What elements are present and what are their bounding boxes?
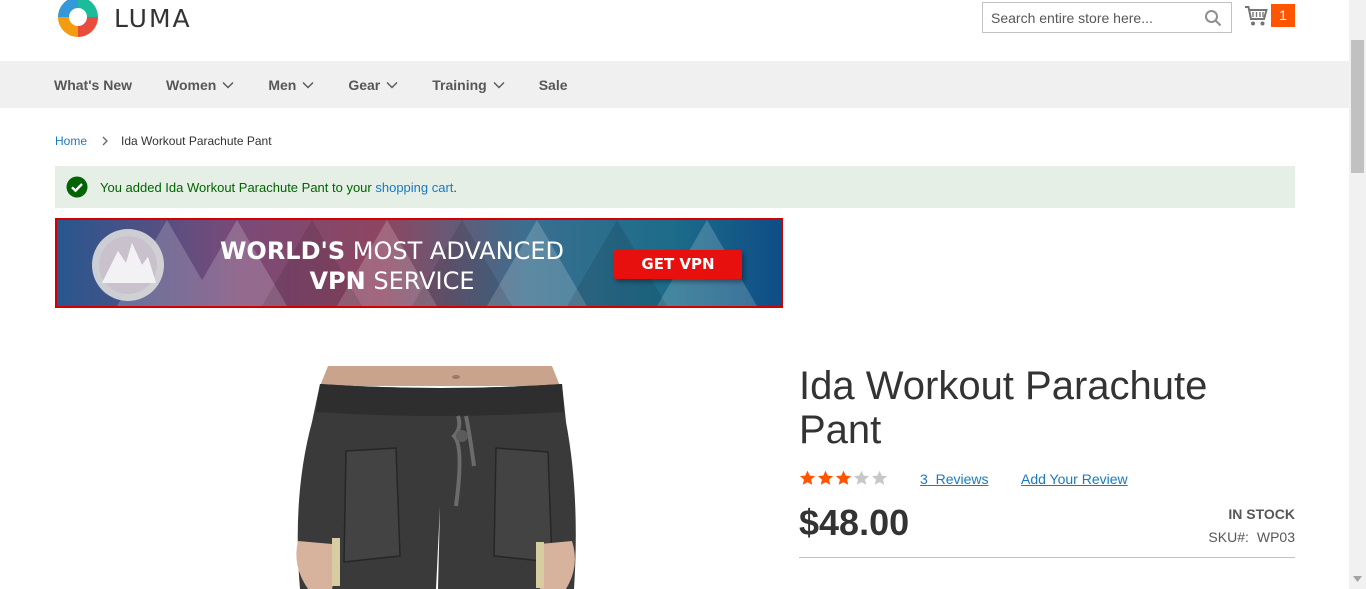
- logo-text: LUMA: [114, 3, 192, 33]
- reviews-count: 3: [920, 471, 928, 487]
- success-message: You added Ida Workout Parachute Pant to …: [55, 166, 1295, 208]
- vpn-ad-banner[interactable]: WORLD'S MOST ADVANCED VPN SERVICE GET VP…: [55, 218, 783, 308]
- store-logo[interactable]: LUMA: [55, 0, 192, 40]
- ad-headline-rest-1: MOST ADVANCED: [345, 237, 565, 265]
- product-image[interactable]: [290, 366, 580, 589]
- get-vpn-button[interactable]: GET VPN: [614, 250, 742, 279]
- cart-count-badge[interactable]: 1: [1271, 4, 1295, 27]
- success-message-text: You added Ida Workout Parachute Pant to …: [100, 180, 457, 195]
- sku-value: WP03: [1256, 529, 1295, 545]
- search-input[interactable]: [983, 3, 1193, 32]
- breadcrumb-home-link[interactable]: Home: [55, 134, 87, 148]
- nav-list: What's New Women Men Gear Training Sale: [54, 61, 602, 108]
- star-icon: [854, 470, 869, 485]
- reviews-label: Reviews: [935, 471, 989, 487]
- page-header: LUMA 1: [0, 0, 1349, 61]
- product-rating: [799, 470, 889, 486]
- message-suffix: .: [453, 179, 458, 195]
- nav-item-men[interactable]: Men: [268, 77, 314, 93]
- nav-item-gear[interactable]: Gear: [348, 77, 398, 93]
- ad-headline-bold-2: VPN: [309, 267, 366, 295]
- main-navigation: What's New Women Men Gear Training Sale: [0, 61, 1349, 108]
- luma-logo-icon: [58, 0, 98, 37]
- product-photo: [290, 366, 580, 589]
- nav-item-label: Men: [268, 76, 297, 93]
- stock-status: IN STOCK: [1228, 506, 1295, 522]
- shopping-cart-link[interactable]: shopping cart: [375, 180, 453, 195]
- vertical-scrollbar[interactable]: [1349, 0, 1366, 589]
- chevron-down-icon: [493, 81, 505, 88]
- cart-icon[interactable]: [1244, 5, 1268, 27]
- minicart[interactable]: 1: [1244, 4, 1295, 27]
- nav-item-label: Gear: [348, 76, 381, 93]
- add-review-link[interactable]: Add Your Review: [1021, 471, 1128, 487]
- chevron-down-icon: [386, 81, 398, 88]
- nav-item-women[interactable]: Women: [166, 77, 234, 93]
- rating-stars: [799, 470, 889, 486]
- sku-label: SKU#:: [1208, 529, 1249, 545]
- ad-headline-bold-1: WORLD'S: [219, 237, 346, 265]
- breadcrumb: Home Ida Workout Parachute Pant: [55, 134, 272, 148]
- search-icon[interactable]: [1204, 9, 1222, 27]
- info-divider: [799, 557, 1295, 558]
- nav-item-label: Women: [166, 76, 217, 93]
- ad-headline-rest-2: SERVICE: [365, 267, 475, 295]
- product-title: Ida Workout Parachute Pant: [799, 364, 1208, 452]
- reviews-link[interactable]: 3 Reviews: [920, 471, 988, 487]
- search-box: [982, 2, 1232, 33]
- nav-item-what-s-new[interactable]: What's New: [54, 77, 132, 93]
- chevron-down-icon: [302, 81, 314, 88]
- product-price: $48.00: [799, 502, 910, 543]
- nav-item-label: Sale: [538, 76, 568, 93]
- star-icon: [836, 470, 851, 485]
- star-icon: [800, 470, 815, 485]
- chevron-down-icon: [222, 81, 234, 88]
- scroll-down-arrow-icon[interactable]: [1353, 576, 1362, 582]
- ad-headline: WORLD'S MOST ADVANCED VPN SERVICE: [197, 236, 587, 296]
- scrollbar-thumb[interactable]: [1351, 40, 1364, 173]
- product-sku: SKU#: WP03: [1208, 529, 1295, 545]
- nav-item-label: What's New: [54, 76, 133, 93]
- nav-item-sale[interactable]: Sale: [539, 77, 568, 93]
- checkmark-circle-icon: [66, 176, 88, 198]
- star-icon: [818, 470, 833, 485]
- vpn-mountain-logo-icon: [92, 229, 164, 301]
- chevron-right-icon: [102, 136, 108, 146]
- nav-item-training[interactable]: Training: [432, 76, 505, 93]
- nav-item-label: Training: [432, 76, 487, 93]
- breadcrumb-current: Ida Workout Parachute Pant: [121, 134, 272, 148]
- message-prefix: You added Ida Workout Parachute Pant to …: [100, 179, 376, 195]
- star-icon: [872, 470, 887, 485]
